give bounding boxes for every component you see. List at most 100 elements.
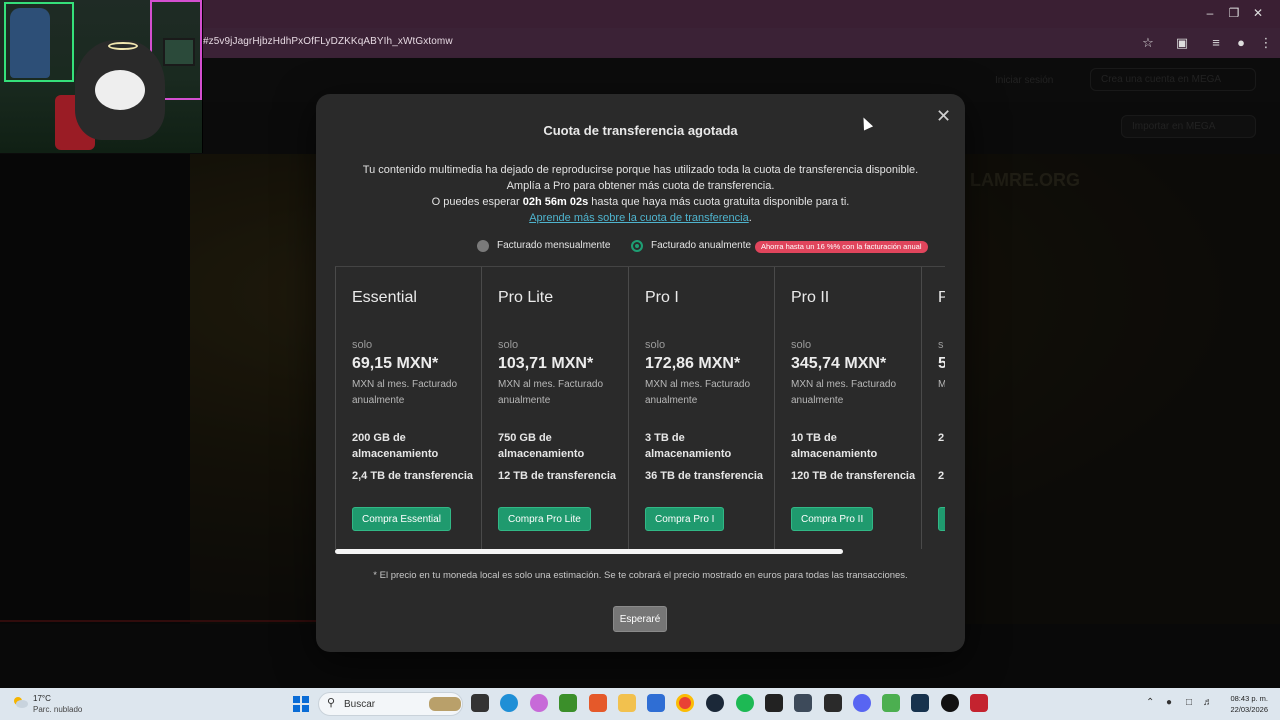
obs-icon[interactable] <box>941 694 959 712</box>
windows-taskbar: 17°C Parc. nublado ⚲ Buscar ⌃ ● □ ♬ 08:4… <box>0 688 1280 720</box>
app-red-icon[interactable] <box>970 694 988 712</box>
wait-button[interactable]: Esperaré <box>613 606 667 632</box>
plan-name: Pro II <box>791 289 830 306</box>
plan-storage: 750 GB de almacenamiento <box>498 432 585 460</box>
url-text[interactable]: #z5v9jJagrHjbzHdhPxOfFLyDZKKqABYIh_xWtGx… <box>203 36 453 47</box>
description-line-3: O puedes esperar 02h 56m 02s hasta que h… <box>316 194 965 210</box>
learn-more-link[interactable]: Aprende más sobre la cuota de transferen… <box>529 212 749 224</box>
close-window-icon[interactable]: ✕ <box>1243 6 1273 20</box>
edge-icon[interactable] <box>500 694 518 712</box>
buy-next-plan-button[interactable] <box>938 507 945 531</box>
carousel-scrollbar[interactable] <box>335 549 843 554</box>
plan-solo: solo <box>645 339 666 351</box>
billing-monthly-radio[interactable] <box>477 240 489 252</box>
steam-icon[interactable] <box>706 694 724 712</box>
plan-name: Pro I <box>645 289 679 306</box>
media-control-icon[interactable]: ≡ <box>1208 35 1224 51</box>
plan-period: MXN al mes. Facturado anualmente <box>645 379 751 406</box>
plan-period: MXN al mes. Facturado anualmente <box>498 379 604 406</box>
tray-chevron-icon[interactable]: ⌃ <box>1146 697 1154 708</box>
wait-prefix: O puedes esperar <box>431 196 523 208</box>
menu-kebab-icon[interactable]: ⋮ <box>1258 35 1274 51</box>
webcam-overlay <box>0 0 203 153</box>
plans-carousel[interactable]: Essential solo 69,15 MXN* MXN al mes. Fa… <box>335 266 945 549</box>
modal-description: Tu contenido multimedia ha dejado de rep… <box>316 162 965 226</box>
description-line-2: Amplía a Pro para obtener más cuota de t… <box>506 180 775 192</box>
buy-pro-lite-button[interactable]: Compra Pro Lite <box>498 507 591 531</box>
plan-solo: solo <box>791 339 812 351</box>
app-dark-icon[interactable] <box>794 694 812 712</box>
buy-pro-ii-button[interactable]: Compra Pro II <box>791 507 874 531</box>
copilot-icon[interactable] <box>530 694 548 712</box>
app-blue-icon[interactable] <box>911 694 929 712</box>
epic-games-icon[interactable] <box>824 694 842 712</box>
plan-card: Pro Lite solo 103,71 MXN* MXN al mes. Fa… <box>481 267 628 549</box>
plan-transfer: 2 t <box>938 470 945 482</box>
plan-solo: solo <box>498 339 519 351</box>
buy-pro-i-button[interactable]: Compra Pro I <box>645 507 725 531</box>
billing-annual-radio[interactable] <box>631 240 643 252</box>
clock-date: 22/03/2026 <box>1230 705 1268 714</box>
plan-card: Pro II solo 345,74 MXN* MXN al mes. Fact… <box>774 267 921 549</box>
plan-storage: 3 TB de almacenamiento <box>645 432 732 460</box>
search-icon: ⚲ <box>327 697 336 709</box>
plan-name: P <box>938 289 945 307</box>
plan-transfer: 2,4 TB de transferencia <box>352 470 474 482</box>
description-line-1: Tu contenido multimedia ha dejado de rep… <box>362 164 919 176</box>
plan-period: MXN al mes. Facturado anualmente <box>791 379 897 406</box>
plan-card-partial: P s 5 M a 2 a 2 t <box>921 267 945 549</box>
plan-card: Pro I solo 172,86 MXN* MXN al mes. Factu… <box>628 267 775 549</box>
app-green-icon[interactable] <box>882 694 900 712</box>
volume-icon[interactable]: ♬ <box>1203 697 1213 708</box>
chrome-icon[interactable] <box>676 694 694 712</box>
plan-period: M a <box>938 377 945 393</box>
plan-price: 69,15 MXN* <box>352 355 439 372</box>
profile-avatar-icon[interactable]: ● <box>1233 35 1249 51</box>
task-view-icon[interactable] <box>471 694 489 712</box>
clock-time: 08:43 p. m. <box>1230 694 1268 703</box>
microphone-icon[interactable]: ● <box>1166 697 1172 708</box>
billing-annual-label[interactable]: Facturado anualmente <box>651 240 751 251</box>
taskbar-search[interactable]: ⚲ Buscar <box>318 692 463 716</box>
file-explorer-icon[interactable] <box>618 694 636 712</box>
weather-temp[interactable]: 17°C <box>33 694 51 703</box>
start-windows-icon[interactable] <box>293 696 309 712</box>
price-footnote: * El precio en tu moneda local es solo u… <box>373 570 908 581</box>
extensions-icon[interactable]: ▣ <box>1174 35 1190 51</box>
plan-price: 103,71 MXN* <box>498 355 594 372</box>
weather-desc[interactable]: Parc. nublado <box>33 705 82 714</box>
transfer-quota-modal: ✕ Cuota de transferencia agotada Tu cont… <box>316 94 965 652</box>
halo-icon <box>108 42 138 50</box>
plan-card: Essential solo 69,15 MXN* MXN al mes. Fa… <box>335 267 482 549</box>
network-icon[interactable]: □ <box>1186 697 1192 708</box>
figure-illustration <box>10 8 50 78</box>
description-line-4: Aprende más sobre la cuota de transferen… <box>316 210 965 226</box>
plan-transfer: 120 TB de transferencia <box>791 470 916 482</box>
capcut-icon[interactable] <box>765 694 783 712</box>
plan-name: Pro Lite <box>498 289 554 306</box>
plan-storage: 2 a <box>938 432 945 444</box>
wait-suffix: hasta que haya más cuota gratuita dispon… <box>588 196 850 208</box>
discord-icon[interactable] <box>853 694 871 712</box>
nvidia-icon[interactable] <box>559 694 577 712</box>
bookmark-star-icon[interactable]: ☆ <box>1140 35 1156 51</box>
plan-period: MXN al mes. Facturado anualmente <box>352 379 458 406</box>
countdown-timer: 02h 56m 02s <box>522 196 589 208</box>
plan-transfer: 36 TB de transferencia <box>645 470 763 482</box>
plan-price: 345,74 MXN* <box>791 355 887 372</box>
weather-cloud-icon[interactable] <box>12 695 28 709</box>
clock[interactable]: 08:43 p. m. 22/03/2026 <box>1220 693 1268 715</box>
store-icon[interactable] <box>647 694 665 712</box>
plan-solo: s <box>938 339 944 351</box>
billing-monthly-label[interactable]: Facturado mensualmente <box>497 240 610 251</box>
wall-picture <box>163 38 195 66</box>
plan-price: 5 <box>938 355 945 373</box>
search-highlight-image <box>429 697 461 711</box>
link-period: . <box>748 212 752 224</box>
avatar-face <box>95 70 145 110</box>
plan-storage: 200 GB de almacenamiento <box>352 432 439 460</box>
buy-essential-button[interactable]: Compra Essential <box>352 507 451 531</box>
spotify-icon[interactable] <box>736 694 754 712</box>
plan-name: Essential <box>352 289 417 306</box>
app-orange-icon[interactable] <box>589 694 607 712</box>
